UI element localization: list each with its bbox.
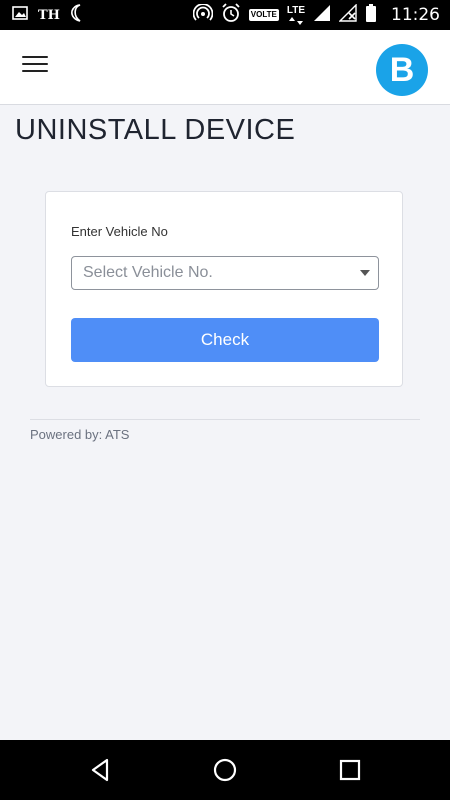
signal-icon xyxy=(313,4,331,27)
check-button[interactable]: Check xyxy=(71,318,379,362)
chevron-down-icon xyxy=(360,270,370,276)
vehicle-select[interactable]: Select Vehicle No. xyxy=(71,256,379,290)
recents-icon[interactable] xyxy=(337,757,363,783)
back-icon[interactable] xyxy=(88,757,114,783)
system-nav-bar xyxy=(0,740,450,800)
clock: 11:26 xyxy=(391,5,440,25)
powered-by-text: Powered by: ATS xyxy=(30,427,130,442)
status-bar-left: TH xyxy=(12,0,86,30)
home-icon[interactable] xyxy=(212,757,238,783)
footer-divider xyxy=(30,419,420,420)
status-bar-right: VOLTE LTE 11:26 xyxy=(192,0,440,30)
logo-letter: B xyxy=(389,50,415,89)
no-signal-icon xyxy=(338,2,357,27)
volte-badge: VOLTE xyxy=(248,9,279,21)
status-bar: TH VOLTE LTE 11:26 xyxy=(0,0,450,30)
battery-icon xyxy=(365,3,377,28)
hamburger-icon[interactable] xyxy=(22,56,48,78)
moon-icon xyxy=(70,3,86,27)
brand-logo[interactable]: B xyxy=(376,44,428,96)
hotspot-icon xyxy=(192,2,214,27)
image-icon xyxy=(12,5,28,25)
page-title: UNINSTALL DEVICE xyxy=(15,114,296,146)
vehicle-select-placeholder: Select Vehicle No. xyxy=(83,264,213,281)
uninstall-form-card: Enter Vehicle No Select Vehicle No. Chec… xyxy=(45,191,403,387)
app-header: B xyxy=(0,30,450,105)
carrier-label: TH xyxy=(38,7,60,23)
network-label: LTE xyxy=(286,4,305,16)
alarm-icon xyxy=(221,2,241,28)
vehicle-field-label: Enter Vehicle No xyxy=(71,224,168,239)
network-type: LTE xyxy=(286,4,305,25)
